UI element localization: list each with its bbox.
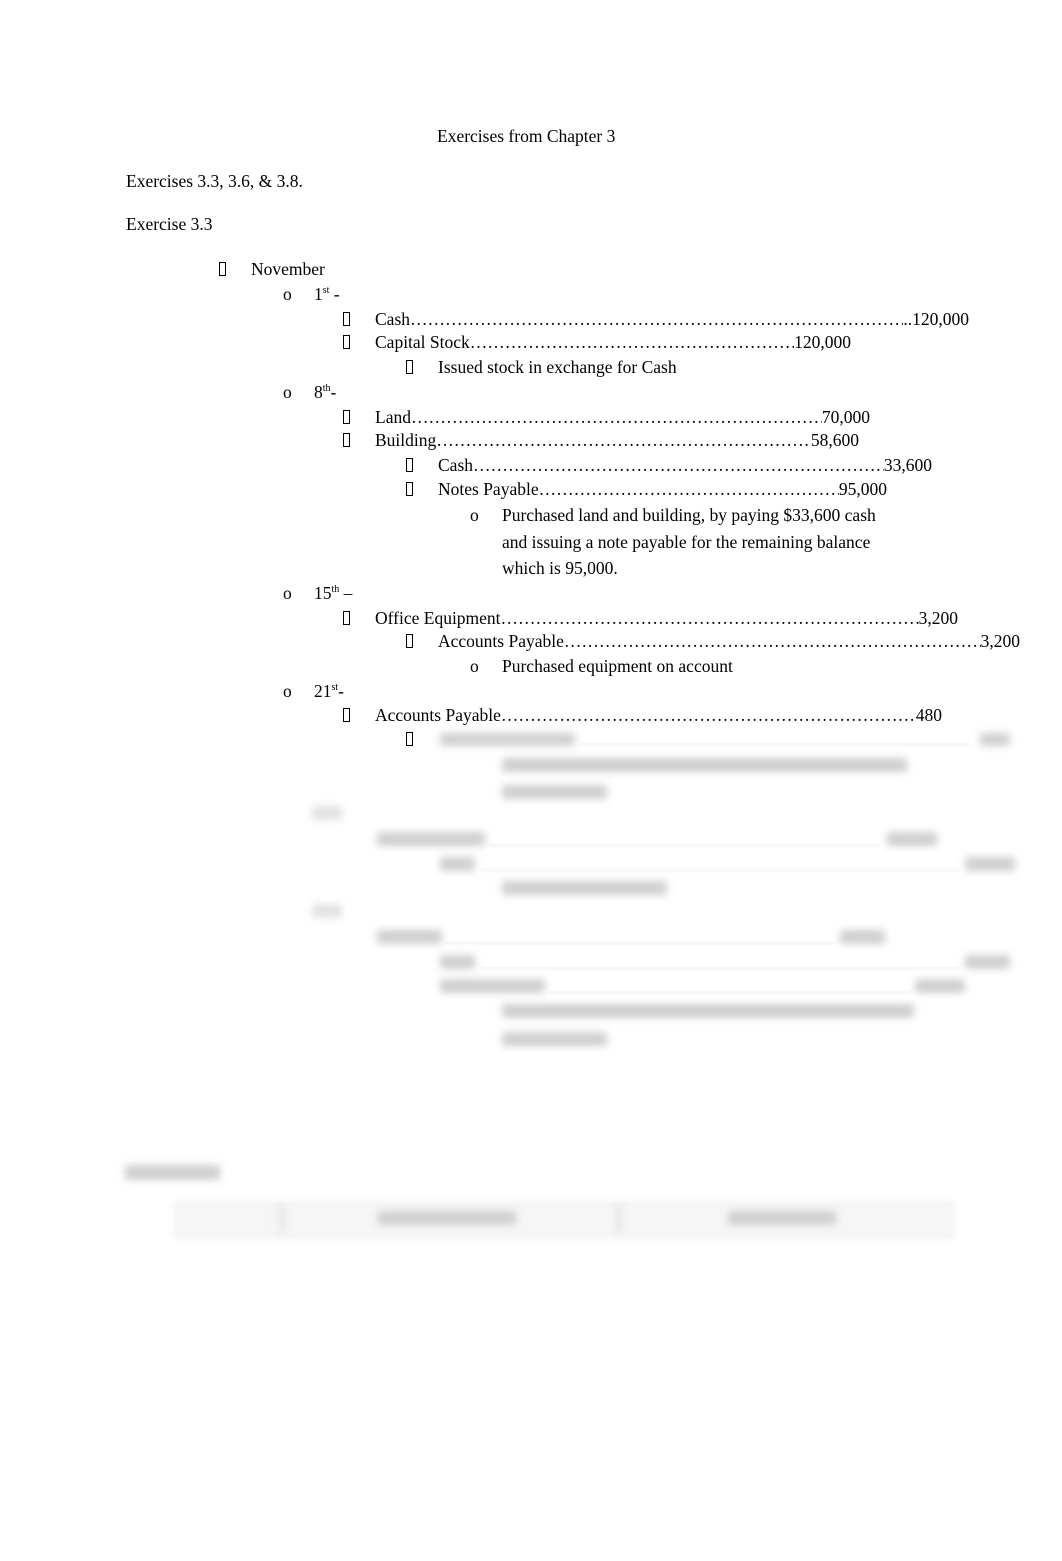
bullet-icon [219, 258, 226, 280]
bullet-icon [343, 607, 350, 629]
journal-line: Accounts Payable………………………………………………………………… [375, 705, 942, 725]
bullet-icon [343, 406, 350, 428]
circle-bullet-icon: o [470, 656, 479, 676]
memo: Purchased land and building, by paying $… [502, 502, 922, 582]
memo: Purchased equipment on account [502, 656, 733, 676]
intro-text: Exercises 3.3, 3.6, & 3.8. [126, 171, 303, 191]
journal-line: Land………………………………………………………………………………………………… [375, 407, 870, 427]
circle-bullet-icon: o [283, 681, 292, 701]
journal-line: Cash ……………………………………………………………………………………………… [375, 309, 969, 329]
journal-line: Notes Payable………………………………………………………………………… [438, 479, 887, 499]
circle-bullet-icon: o [283, 382, 292, 402]
bullet-icon [406, 356, 413, 378]
circle-bullet-icon: o [283, 284, 292, 304]
journal-line: Building……………………………………………………………………………………… [375, 430, 859, 450]
entry-date: 21st- [314, 681, 344, 701]
memo-line: Purchased land and building, by paying $… [502, 505, 876, 525]
memo-line: which is 95,000. [502, 558, 618, 578]
bullet-icon [406, 728, 413, 750]
bullet-icon [343, 704, 350, 726]
section-heading: Exercise 3.3 [126, 214, 213, 234]
journal-line: Capital Stock ……………………………………………………………………… [375, 332, 851, 352]
month-label: November [251, 259, 325, 279]
bullet-icon [406, 630, 413, 652]
bullet-icon [343, 429, 350, 451]
bullet-icon [406, 454, 413, 476]
circle-bullet-icon: o [283, 583, 292, 603]
entry-date: 1st - [314, 284, 340, 304]
memo-line: and issuing a note payable for the remai… [502, 531, 871, 552]
bullet-icon [343, 308, 350, 330]
bullet-icon [406, 478, 413, 500]
journal-line: Office Equipment………………………………………………………………… [375, 608, 958, 628]
entry-date: 8th- [314, 382, 337, 402]
memo: Issued stock in exchange for Cash [438, 357, 677, 377]
journal-line: Cash………………………………………………………………………………………………… [438, 455, 932, 475]
circle-bullet-icon: o [470, 505, 479, 525]
bullet-icon [343, 331, 350, 353]
journal-line: Accounts Payable………………………………………………………………… [438, 631, 1020, 651]
entry-date: 15th – [314, 583, 353, 603]
page-title: Exercises from Chapter 3 [437, 126, 616, 146]
